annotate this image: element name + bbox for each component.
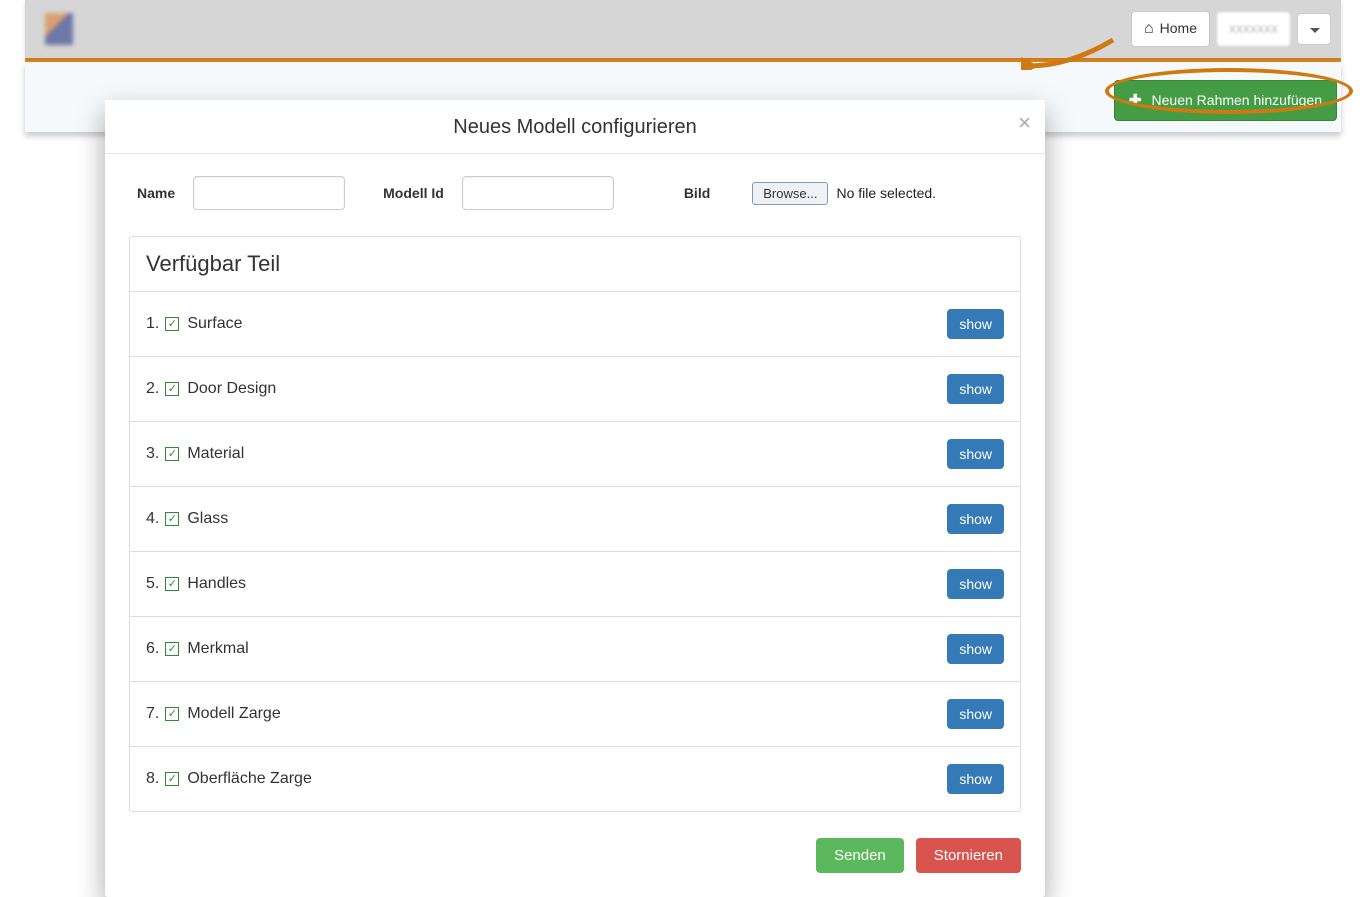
part-label: Modell Zarge	[187, 705, 280, 723]
show-button[interactable]: show	[947, 309, 1004, 339]
home-button[interactable]: ⌂ Home	[1131, 11, 1210, 47]
show-button[interactable]: show	[947, 764, 1004, 794]
part-checkbox[interactable]: ✓	[165, 512, 179, 526]
browse-button[interactable]: Browse...	[752, 182, 828, 205]
model-id-input[interactable]	[462, 176, 614, 210]
part-label: Surface	[187, 315, 242, 333]
part-row: 8. ✓ Oberfläche Zarge show	[130, 747, 1020, 811]
app-logo	[45, 13, 73, 45]
show-button[interactable]: show	[947, 699, 1004, 729]
name-input[interactable]	[193, 176, 345, 210]
show-button[interactable]: show	[947, 569, 1004, 599]
panel-title: Verfügbar Teil	[130, 237, 1020, 292]
part-row: 7. ✓ Modell Zarge show	[130, 682, 1020, 747]
modal-close-button[interactable]: ×	[1018, 112, 1031, 134]
home-label: Home	[1160, 19, 1197, 39]
part-checkbox[interactable]: ✓	[165, 642, 179, 656]
model-id-label: Modell Id	[383, 185, 444, 201]
part-number: 7.	[146, 705, 159, 723]
configure-model-modal: Neues Modell configurieren × Name Modell…	[105, 100, 1045, 897]
part-number: 6.	[146, 640, 159, 658]
home-icon: ⌂	[1144, 21, 1154, 37]
part-number: 3.	[146, 445, 159, 463]
model-form-row: Name Modell Id Bild Browse... No file se…	[129, 176, 1021, 210]
part-checkbox[interactable]: ✓	[165, 317, 179, 331]
part-row: 6. ✓ Merkmal show	[130, 617, 1020, 682]
available-parts-panel: Verfügbar Teil 1. ✓ Surface show 2. ✓ Door Des…	[129, 236, 1021, 812]
part-number: 2.	[146, 380, 159, 398]
chevron-down-icon	[1310, 28, 1320, 33]
show-button[interactable]: show	[947, 504, 1004, 534]
add-frame-label: Neuen Rahmen hinzufügen	[1152, 91, 1322, 111]
part-label: Glass	[187, 510, 228, 528]
show-button[interactable]: show	[947, 634, 1004, 664]
user-menu-dropdown-toggle[interactable]	[1297, 13, 1331, 45]
plus-icon: ✚	[1129, 90, 1142, 111]
part-label: Handles	[187, 575, 246, 593]
add-frame-button[interactable]: ✚ Neuen Rahmen hinzufügen	[1114, 80, 1337, 121]
part-number: 1.	[146, 315, 159, 333]
part-checkbox[interactable]: ✓	[165, 707, 179, 721]
topbar: ⌂ Home xxxxxxx	[25, 0, 1341, 58]
cancel-button[interactable]: Stornieren	[916, 838, 1021, 873]
part-checkbox[interactable]: ✓	[165, 382, 179, 396]
part-label: Material	[187, 445, 244, 463]
part-label: Oberfläche Zarge	[187, 770, 312, 788]
send-button[interactable]: Senden	[816, 838, 904, 873]
show-button[interactable]: show	[947, 439, 1004, 469]
part-row: 2. ✓ Door Design show	[130, 357, 1020, 422]
user-menu-button[interactable]: xxxxxxx	[1216, 11, 1291, 47]
user-menu-label: xxxxxxx	[1229, 19, 1278, 39]
modal-title: Neues Modell configurieren	[120, 116, 1030, 139]
name-label: Name	[137, 185, 175, 201]
part-checkbox[interactable]: ✓	[165, 577, 179, 591]
show-button[interactable]: show	[947, 374, 1004, 404]
part-number: 4.	[146, 510, 159, 528]
part-checkbox[interactable]: ✓	[165, 772, 179, 786]
part-row: 1. ✓ Surface show	[130, 292, 1020, 357]
file-status-text: No file selected.	[836, 185, 936, 201]
part-number: 8.	[146, 770, 159, 788]
part-label: Door Design	[187, 380, 276, 398]
part-row: 5. ✓ Handles show	[130, 552, 1020, 617]
part-checkbox[interactable]: ✓	[165, 447, 179, 461]
part-row: 3. ✓ Material show	[130, 422, 1020, 487]
part-label: Merkmal	[187, 640, 248, 658]
image-label: Bild	[684, 185, 710, 201]
part-number: 5.	[146, 575, 159, 593]
part-row: 4. ✓ Glass show	[130, 487, 1020, 552]
